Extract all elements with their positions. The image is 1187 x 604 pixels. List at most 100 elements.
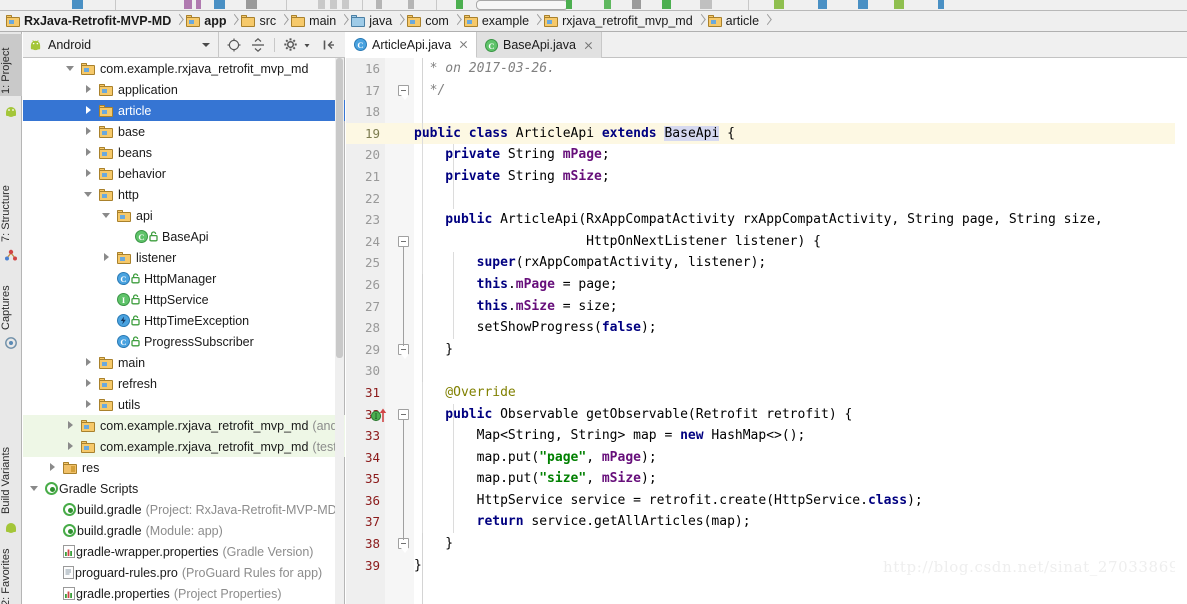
breadcrumb-item-rxjava-retrofit-mvp-md[interactable]: RxJava-Retrofit-MVP-MD <box>4 11 175 32</box>
tree-twisty-closed-icon[interactable] <box>83 168 94 179</box>
tree-item-gradle-wrapper-properties[interactable]: gradle-wrapper.properties (Gradle Version… <box>23 541 345 562</box>
toolbar-icon[interactable] <box>604 0 611 9</box>
code-line-36[interactable]: 36 HttpService service = retrofit.create… <box>346 490 1187 512</box>
toolbar-icon[interactable] <box>214 0 225 9</box>
scrollbar-thumb[interactable] <box>336 58 343 358</box>
crosshair-icon[interactable] <box>226 37 242 53</box>
code-fold-end-icon[interactable] <box>398 84 409 100</box>
code-line-35[interactable]: 35 map.put("size", mSize); <box>346 468 1187 490</box>
breadcrumb-item-java[interactable]: java <box>349 11 396 32</box>
tree-item-gradle-scripts[interactable]: Gradle Scripts <box>23 478 345 499</box>
hide-panel-icon[interactable] <box>321 37 337 53</box>
tree-twisty-open-icon[interactable] <box>83 189 94 200</box>
sidebar-tab-build-variants[interactable]: Build Variants <box>0 430 22 516</box>
editor-tab-baseapi-java[interactable]: C BaseApi.java <box>477 32 602 58</box>
toolbar-icon[interactable] <box>72 0 83 9</box>
tree-twisty-closed-icon[interactable] <box>65 441 76 452</box>
toolbar-icon[interactable] <box>566 0 572 9</box>
tree-item-baseapi[interactable]: C BaseApi <box>23 226 345 247</box>
code-line-30[interactable]: 30 <box>346 360 1187 382</box>
tree-item-res[interactable]: res <box>23 457 345 478</box>
run-icon[interactable] <box>456 0 463 9</box>
tree-twisty-closed-icon[interactable] <box>83 126 94 137</box>
tree-item-com-example-rxjava-retrofit-mvp-md[interactable]: com.example.rxjava_retrofit_mvp_md (test) <box>23 436 345 457</box>
tree-item-api[interactable]: api <box>23 205 345 226</box>
code-line-16[interactable]: 16 * on 2017-03-26. <box>346 58 1187 80</box>
code-line-37[interactable]: 37 return service.getAllArticles(map); <box>346 511 1187 533</box>
collapse-all-icon[interactable] <box>250 37 266 53</box>
gear-dropdown-arrow-icon[interactable] <box>303 37 311 53</box>
toolbar-icon[interactable] <box>330 0 337 9</box>
tree-twisty-closed-icon[interactable] <box>65 420 76 431</box>
tree-twisty-open-icon[interactable] <box>101 210 112 221</box>
tree-item-build-gradle[interactable]: build.gradle (Module: app) <box>23 520 345 541</box>
run-config-selector[interactable] <box>476 0 568 10</box>
tree-item-listener[interactable]: listener <box>23 247 345 268</box>
toolbar-icon[interactable] <box>894 0 904 9</box>
tree-twisty-closed-icon[interactable] <box>83 378 94 389</box>
tree-item-progresssubscriber[interactable]: C ProgressSubscriber <box>23 331 345 352</box>
toolbar-icon[interactable] <box>858 0 868 9</box>
toolbar-icon[interactable] <box>818 0 827 9</box>
tree-twisty-closed-icon[interactable] <box>83 105 94 116</box>
tree-item-refresh[interactable]: refresh <box>23 373 345 394</box>
code-line-22[interactable]: 22 <box>346 188 1187 210</box>
tree-twisty-open-icon[interactable] <box>65 63 76 74</box>
toolbar-icon[interactable] <box>408 0 414 9</box>
tree-twisty-closed-icon[interactable] <box>83 147 94 158</box>
close-icon[interactable] <box>583 40 594 51</box>
project-panel-scrollbar[interactable] <box>335 58 344 604</box>
code-line-18[interactable]: 18 <box>346 101 1187 123</box>
tree-twisty-closed-icon[interactable] <box>101 252 112 263</box>
toolbar-icon[interactable] <box>318 0 325 9</box>
tree-twisty-closed-icon[interactable] <box>83 84 94 95</box>
editor-tab-articleapi-java[interactable]: C ArticleApi.java <box>346 32 478 58</box>
tree-item-httpmanager[interactable]: C HttpManager <box>23 268 345 289</box>
sidebar-tab-captures[interactable]: Captures <box>0 272 22 332</box>
code-line-32[interactable]: 32 public Observable getObservable(Retro… <box>346 404 1187 426</box>
breadcrumb-item-rxjava-retrofit-mvp-md[interactable]: rxjava_retrofit_mvp_md <box>542 11 697 32</box>
toolbar-icon[interactable] <box>700 0 712 9</box>
toolbar-icon[interactable] <box>376 0 382 9</box>
close-icon[interactable] <box>458 39 469 50</box>
toolbar-icon[interactable] <box>938 0 944 9</box>
toolbar-icon[interactable] <box>342 0 349 9</box>
breadcrumb-item-com[interactable]: com <box>405 11 453 32</box>
code-line-28[interactable]: 28 setShowProgress(false); <box>346 317 1187 339</box>
code-line-33[interactable]: 33 Map<String, String> map = new HashMap… <box>346 425 1187 447</box>
sidebar-tab-favorites[interactable]: 2: Favorites <box>0 540 22 604</box>
tree-item-build-gradle[interactable]: build.gradle (Project: RxJava-Retrofit-MV… <box>23 499 345 520</box>
breadcrumb-item-app[interactable]: app <box>184 11 230 32</box>
tree-item-base[interactable]: base <box>23 121 345 142</box>
breadcrumb-item-main[interactable]: main <box>289 11 340 32</box>
toolbar-icon[interactable] <box>774 0 784 9</box>
tree-item-beans[interactable]: beans <box>23 142 345 163</box>
tree-item-proguard-rules-pro[interactable]: proguard-rules.pro (ProGuard Rules for ap… <box>23 562 345 583</box>
tree-twisty-closed-icon[interactable] <box>83 357 94 368</box>
overriding-method-icon[interactable]: I <box>370 408 389 423</box>
gear-icon[interactable] <box>283 37 299 53</box>
code-line-24[interactable]: 24 HttpOnNextListener listener) { <box>346 231 1187 253</box>
tree-item-http[interactable]: http <box>23 184 345 205</box>
code-editor[interactable]: 16 * on 2017-03-26. 17 */18 19 public class… <box>346 58 1187 604</box>
editor-scrollbar[interactable] <box>1175 58 1187 604</box>
tree-item-main[interactable]: main <box>23 352 345 373</box>
toolbar-icon[interactable] <box>662 0 671 9</box>
toolbar-icon[interactable] <box>632 0 641 9</box>
toolbar-icon[interactable] <box>184 0 192 9</box>
tree-item-com-example-rxjava-retrofit-mvp-md[interactable]: com.example.rxjava_retrofit_mvp_md (andr <box>23 415 345 436</box>
code-line-34[interactable]: 34 map.put("page", mPage); <box>346 447 1187 469</box>
breadcrumb-item-article[interactable]: article <box>706 11 763 32</box>
sidebar-tab-project[interactable]: 1: Project <box>0 34 22 96</box>
tree-item-application[interactable]: application <box>23 79 345 100</box>
code-line-26[interactable]: 26 this.mPage = page; <box>346 274 1187 296</box>
code-line-25[interactable]: 25 super(rxAppCompatActivity, listener); <box>346 252 1187 274</box>
tree-twisty-closed-icon[interactable] <box>83 399 94 410</box>
breadcrumb-item-example[interactable]: example <box>462 11 533 32</box>
toolbar-icon[interactable] <box>196 0 201 9</box>
code-line-29[interactable]: 29 } <box>346 339 1187 361</box>
tree-item-httptimeexception[interactable]: HttpTimeException <box>23 310 345 331</box>
tree-item-behavior[interactable]: behavior <box>23 163 345 184</box>
tree-item-gradle-properties[interactable]: gradle.properties (Project Properties) <box>23 583 345 604</box>
code-line-20[interactable]: 20 private String mPage; <box>346 144 1187 166</box>
